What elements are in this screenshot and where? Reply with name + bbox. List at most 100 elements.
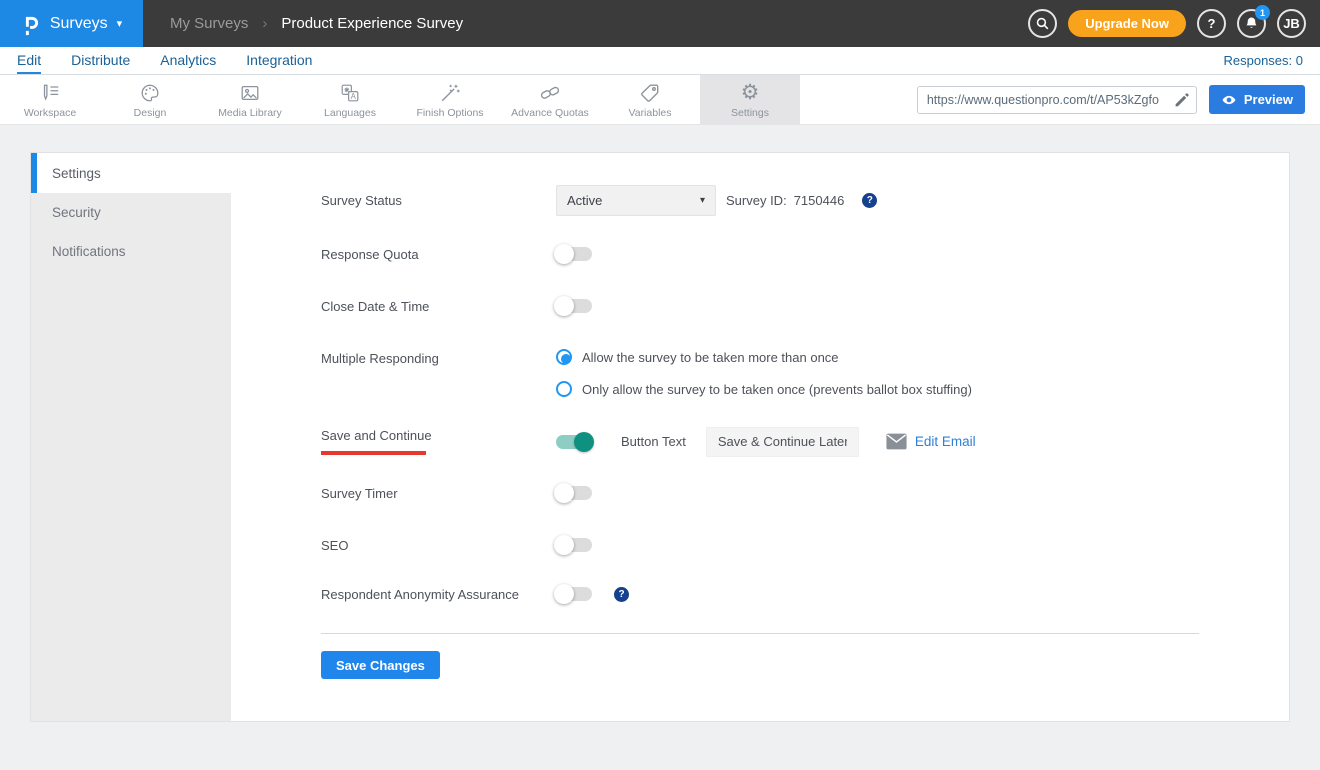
save-and-continue-toggle[interactable]	[556, 435, 592, 449]
radio-option-label: Only allow the survey to be taken once (…	[582, 382, 972, 397]
toolbar-item-workspace[interactable]: Workspace	[0, 75, 100, 125]
toggle-knob	[554, 244, 574, 264]
page-title: Product Experience Survey	[281, 15, 463, 32]
chevron-down-icon: ▾	[117, 17, 123, 30]
response-quota-label: Response Quota	[321, 247, 556, 262]
upgrade-now-button[interactable]: Upgrade Now	[1068, 10, 1186, 37]
multiple-responding-row: Multiple Responding Allow the survey to …	[321, 349, 972, 397]
workspace-icon	[39, 82, 61, 104]
survey-id-help-icon[interactable]: ?	[862, 193, 877, 208]
toolbar-item-languages[interactable]: A Languages	[300, 75, 400, 125]
survey-nav: Edit Distribute Analytics Integration Re…	[0, 47, 1320, 75]
toolbar-item-finish-options[interactable]: Finish Options	[400, 75, 500, 125]
multiple-responding-options: Allow the survey to be taken more than o…	[556, 349, 972, 397]
tab-analytics[interactable]: Analytics	[160, 47, 216, 74]
toggle-knob	[554, 296, 574, 316]
sidebar-item-security[interactable]: Security	[31, 193, 231, 232]
edit-url-pencil-icon[interactable]	[1173, 91, 1191, 109]
variables-tag-icon	[639, 82, 661, 104]
multiple-responding-label: Multiple Responding	[321, 349, 556, 366]
header-actions: Upgrade Now ? 1 JB	[1028, 9, 1320, 38]
tab-distribute[interactable]: Distribute	[71, 47, 130, 74]
breadcrumb-separator: ›	[262, 15, 267, 32]
toolbar-item-label: Variables	[629, 107, 672, 119]
languages-icon: A	[339, 82, 361, 104]
save-and-continue-label-wrap: Save and Continue	[321, 428, 556, 455]
advance-quotas-link-icon	[539, 82, 561, 104]
toolbar-item-media-library[interactable]: Media Library	[200, 75, 300, 125]
toolbar-item-label: Advance Quotas	[511, 107, 589, 119]
survey-url-input[interactable]	[917, 86, 1197, 114]
respondent-anonymity-toggle[interactable]	[556, 587, 592, 601]
toggle-knob	[554, 584, 574, 604]
notifications-button[interactable]: 1	[1237, 9, 1266, 38]
response-quota-toggle[interactable]	[556, 247, 592, 261]
toolbar-item-advance-quotas[interactable]: Advance Quotas	[500, 75, 600, 125]
red-highlight-underline	[321, 451, 426, 455]
questionpro-logo-icon	[21, 12, 41, 36]
settings-gear-icon: ⚙	[741, 82, 760, 104]
radio-unselected-icon	[556, 381, 572, 397]
edit-email-link[interactable]: Edit Email	[915, 434, 976, 449]
seo-toggle[interactable]	[556, 538, 592, 552]
toolbar-item-label: Design	[134, 107, 167, 119]
seo-label: SEO	[321, 538, 556, 553]
radio-option-multiple-allowed[interactable]: Allow the survey to be taken more than o…	[556, 349, 972, 365]
radio-option-label: Allow the survey to be taken more than o…	[582, 350, 839, 365]
user-avatar[interactable]: JB	[1277, 9, 1306, 38]
top-header: Surveys ▾ My Surveys › Product Experienc…	[0, 0, 1320, 47]
app-switcher[interactable]: Surveys ▾	[0, 0, 143, 47]
save-and-continue-row: Save and Continue Button Text Edit Email	[321, 426, 976, 457]
toolbar-item-label: Workspace	[24, 107, 76, 119]
seo-row: SEO	[321, 535, 592, 555]
toolbar-item-design[interactable]: Design	[100, 75, 200, 125]
toolbar-item-label: Media Library	[218, 107, 282, 119]
eye-icon	[1221, 92, 1237, 108]
media-library-icon	[239, 82, 261, 104]
respondent-anonymity-help-icon[interactable]: ?	[614, 587, 629, 602]
radio-selected-icon	[556, 349, 572, 365]
respondent-anonymity-row: Respondent Anonymity Assurance ?	[321, 584, 629, 604]
settings-panel: Settings Security Notifications Survey S…	[30, 152, 1290, 722]
settings-sidebar: Settings Security Notifications	[31, 153, 231, 721]
toolbar-item-settings[interactable]: ⚙ Settings	[700, 75, 800, 125]
preview-button-label: Preview	[1244, 92, 1293, 107]
toolbar-item-label: Languages	[324, 107, 376, 119]
breadcrumb: My Surveys › Product Experience Survey	[170, 15, 463, 32]
sidebar-item-notifications[interactable]: Notifications	[31, 232, 231, 271]
sidebar-item-settings[interactable]: Settings	[31, 153, 231, 193]
chevron-down-icon: ▾	[700, 195, 705, 206]
help-button[interactable]: ?	[1197, 9, 1226, 38]
survey-status-label: Survey Status	[321, 193, 556, 208]
survey-timer-toggle[interactable]	[556, 486, 592, 500]
survey-url-group: Preview	[917, 75, 1320, 124]
search-button[interactable]	[1028, 9, 1057, 38]
toolbar-item-variables[interactable]: Variables	[600, 75, 700, 125]
preview-button[interactable]: Preview	[1209, 85, 1305, 114]
survey-status-row: Survey Status Active ▾ Survey ID: 715044…	[321, 184, 877, 216]
tab-edit[interactable]: Edit	[17, 47, 41, 74]
app-menu-label: Surveys	[50, 15, 108, 33]
toolbar-item-label: Finish Options	[416, 107, 483, 119]
close-date-row: Close Date & Time	[321, 296, 592, 316]
survey-timer-label: Survey Timer	[321, 486, 556, 501]
survey-timer-row: Survey Timer	[321, 483, 592, 503]
toolbar-item-label: Settings	[731, 107, 769, 119]
tab-integration[interactable]: Integration	[246, 47, 312, 74]
save-and-continue-label: Save and Continue	[321, 428, 432, 443]
finish-options-wand-icon	[439, 82, 461, 104]
responses-count[interactable]: Responses: 0	[1224, 47, 1304, 74]
survey-id-value: 7150446	[794, 193, 845, 208]
radio-option-once-only[interactable]: Only allow the survey to be taken once (…	[556, 381, 972, 397]
response-quota-row: Response Quota	[321, 244, 592, 264]
notification-count-badge: 1	[1255, 5, 1270, 20]
close-date-label: Close Date & Time	[321, 299, 556, 314]
respondent-anonymity-label: Respondent Anonymity Assurance	[321, 587, 556, 602]
survey-status-value: Active	[567, 193, 602, 208]
close-date-toggle[interactable]	[556, 299, 592, 313]
button-text-input[interactable]	[706, 427, 859, 457]
save-changes-button[interactable]: Save Changes	[321, 651, 440, 679]
edit-toolbar: Workspace Design Media Library A Languag…	[0, 75, 1320, 125]
survey-status-dropdown[interactable]: Active ▾	[556, 185, 716, 216]
breadcrumb-parent[interactable]: My Surveys	[170, 15, 248, 32]
